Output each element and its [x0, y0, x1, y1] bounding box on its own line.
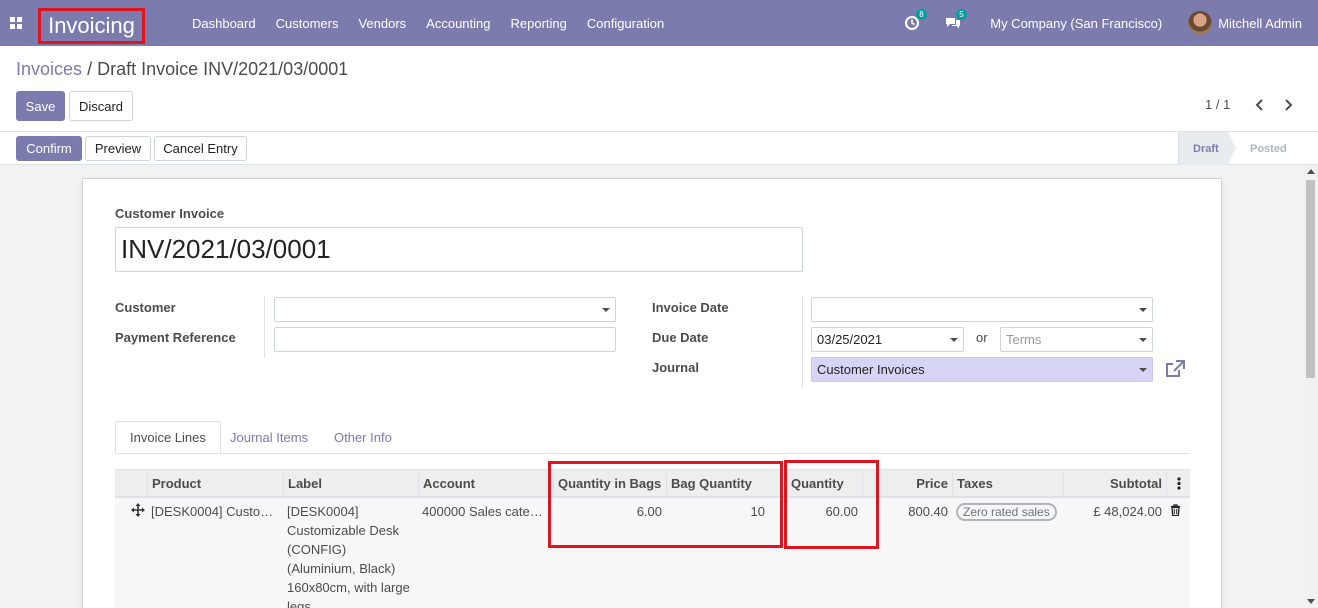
scrollbar-thumb[interactable]	[1306, 180, 1315, 378]
confirm-button[interactable]: Confirm	[16, 136, 82, 161]
payment-reference-label: Payment Reference	[115, 330, 236, 345]
breadcrumb-invoices[interactable]: Invoices	[16, 59, 82, 79]
breadcrumb-separator: /	[87, 59, 93, 79]
journal-field[interactable]: Customer Invoices	[811, 357, 1153, 382]
invoice-number-field[interactable]: INV/2021/03/0001	[115, 227, 803, 272]
stage-posted[interactable]: Posted	[1250, 132, 1287, 165]
user-menu[interactable]: Mitchell Admin	[1218, 16, 1302, 31]
tab-journal-items[interactable]: Journal Items	[216, 421, 322, 454]
payment-reference-field[interactable]	[274, 327, 616, 352]
breadcrumb: Invoices / Draft Invoice INV/2021/03/000…	[16, 59, 348, 80]
customer-field[interactable]	[274, 297, 616, 322]
scroll-up-icon[interactable]	[1307, 169, 1315, 174]
menu-customers[interactable]: Customers	[266, 16, 349, 31]
discard-button[interactable]: Discard	[69, 91, 133, 121]
journal-dropdown-icon[interactable]	[1139, 368, 1147, 372]
cell-account[interactable]: 400000 Sales cate…	[418, 498, 553, 525]
menu-vendors[interactable]: Vendors	[348, 16, 416, 31]
journal-label: Journal	[652, 360, 699, 375]
cell-label[interactable]: [DESK0004] Customizable Desk (CONFIG) (A…	[283, 498, 418, 608]
or-text: or	[976, 330, 988, 345]
breadcrumb-current: Draft Invoice INV/2021/03/0001	[97, 59, 349, 79]
activity-icon[interactable]: 8	[904, 9, 927, 33]
column-subtotal[interactable]: Subtotal	[1063, 470, 1166, 497]
cell-taxes[interactable]: Zero rated sales	[952, 498, 1063, 525]
menu-accounting[interactable]: Accounting	[416, 16, 500, 31]
pager-previous-icon[interactable]	[1253, 98, 1267, 112]
user-avatar[interactable]	[1188, 11, 1213, 35]
cell-subtotal: £ 48,024.00	[1093, 504, 1162, 519]
drag-handle-icon[interactable]	[131, 503, 145, 517]
column-taxes[interactable]: Taxes	[952, 470, 1063, 497]
company-switcher[interactable]: My Company (San Francisco)	[990, 16, 1162, 31]
save-button[interactable]: Save	[16, 91, 65, 121]
tab-invoice-lines[interactable]: Invoice Lines	[115, 421, 221, 454]
tab-underline	[115, 453, 1190, 454]
apps-menu-icon[interactable]	[0, 0, 32, 46]
optional-columns-icon[interactable]	[1166, 470, 1190, 497]
due-date-value: 03/25/2021	[817, 332, 883, 347]
menu-reporting[interactable]: Reporting	[501, 16, 577, 31]
highlight-bag-columns	[548, 461, 783, 548]
preview-button[interactable]: Preview	[85, 136, 151, 161]
status-bar: Confirm Preview Cancel Entry Draft Poste…	[0, 132, 1318, 165]
tax-tag[interactable]: Zero rated sales	[956, 503, 1057, 521]
due-date-field[interactable]: 03/25/2021	[811, 327, 964, 352]
journal-value: Customer Invoices	[817, 362, 925, 377]
customer-dropdown-icon[interactable]	[602, 308, 610, 312]
vertical-scrollbar[interactable]	[1304, 165, 1318, 608]
due-date-dropdown-icon[interactable]	[950, 338, 958, 342]
column-label[interactable]: Label	[283, 470, 418, 497]
highlight-quantity-column	[784, 460, 879, 549]
scroll-down-icon[interactable]	[1307, 599, 1315, 604]
payment-terms-placeholder: Terms	[1006, 332, 1042, 347]
menu-configuration[interactable]: Configuration	[577, 16, 674, 31]
pager-next-icon[interactable]	[1281, 98, 1295, 112]
customer-label: Customer	[115, 300, 176, 315]
activity-badge: 8	[916, 9, 927, 20]
invoice-date-dropdown-icon[interactable]	[1139, 308, 1147, 312]
invoice-date-field[interactable]	[811, 297, 1153, 322]
due-date-label: Due Date	[652, 330, 709, 345]
stage-draft[interactable]: Draft	[1178, 132, 1236, 165]
menu-dashboard[interactable]: Dashboard	[182, 16, 266, 31]
invoice-type-label: Customer Invoice	[115, 206, 225, 221]
messages-icon[interactable]: 5	[944, 9, 967, 33]
pager-value[interactable]: 1 / 1	[1205, 97, 1230, 112]
top-navbar: Invoicing Dashboard Customers Vendors Ac…	[0, 0, 1318, 46]
tab-other-info[interactable]: Other Info	[320, 421, 406, 454]
payment-terms-dropdown-icon[interactable]	[1139, 338, 1147, 342]
column-product[interactable]: Product	[147, 470, 283, 497]
app-brand[interactable]: Invoicing	[38, 8, 145, 44]
delete-row-icon[interactable]	[1170, 504, 1181, 516]
column-account[interactable]: Account	[418, 470, 553, 497]
cancel-entry-button[interactable]: Cancel Entry	[154, 136, 247, 161]
messages-badge: 5	[956, 9, 967, 20]
right-group-divider	[802, 296, 803, 388]
cell-product[interactable]: [DESK0004] Custo…	[147, 498, 283, 525]
left-group-divider	[264, 296, 265, 358]
control-panel: Invoices / Draft Invoice INV/2021/03/000…	[0, 46, 1318, 132]
payment-terms-field[interactable]: Terms	[1000, 327, 1153, 352]
external-link-icon[interactable]	[1165, 360, 1185, 378]
main-menu: Dashboard Customers Vendors Accounting R…	[182, 0, 674, 46]
invoice-date-label: Invoice Date	[652, 300, 729, 315]
